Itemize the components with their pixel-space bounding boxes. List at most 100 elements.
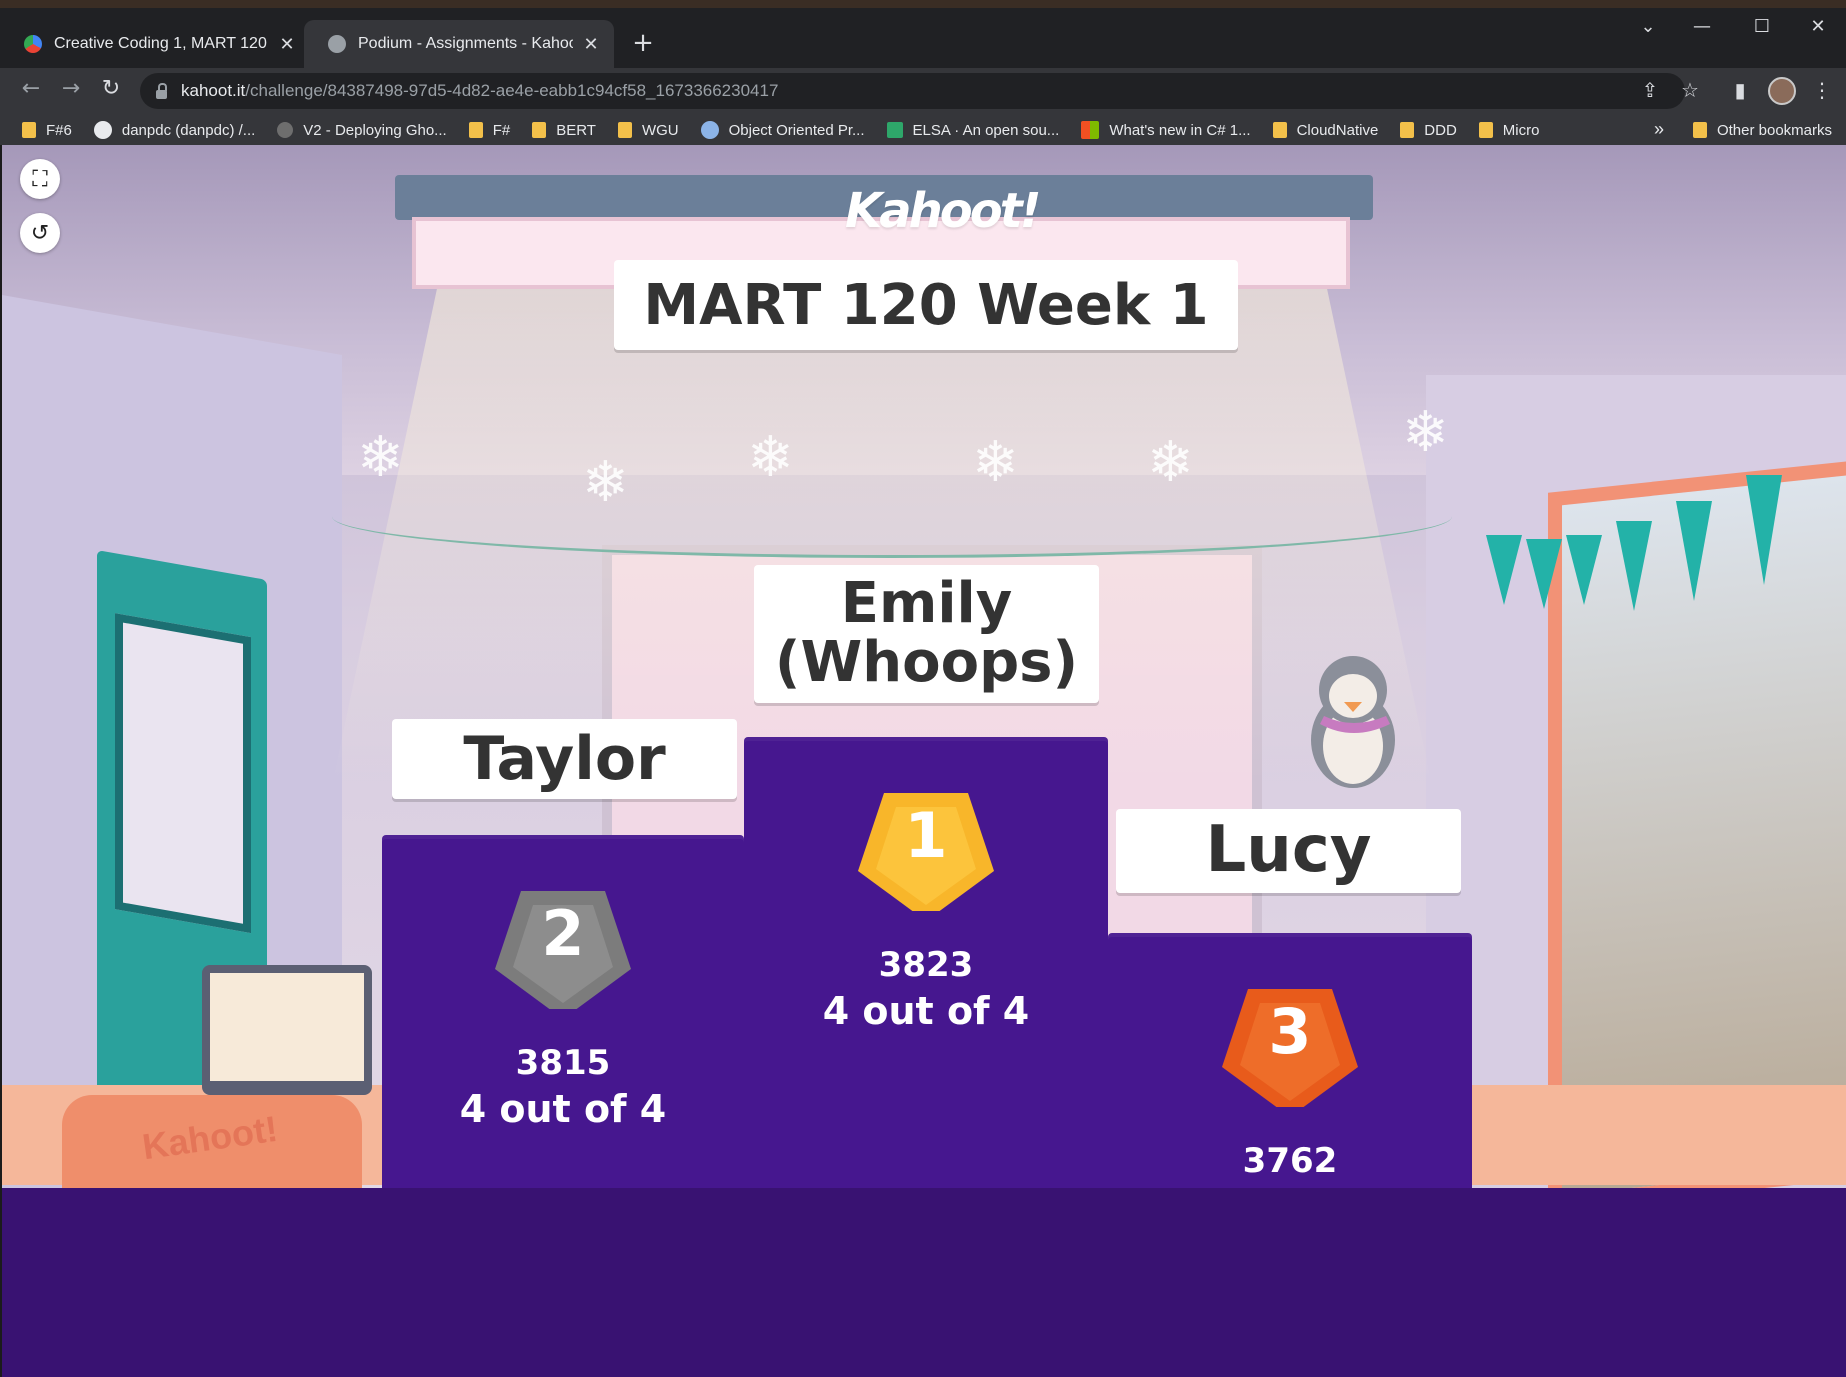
bunting-flag bbox=[1676, 501, 1712, 601]
bookmark-label: BERT bbox=[556, 121, 596, 139]
bunting bbox=[1466, 435, 1846, 615]
bookmark-star-icon[interactable]: ☆ bbox=[1676, 78, 1704, 102]
ghost-icon bbox=[277, 122, 294, 138]
bookmark-label: danpdc (danpdc) /... bbox=[121, 121, 256, 139]
share-icon[interactable]: ⇪ bbox=[1636, 78, 1664, 102]
penguin-illustration bbox=[1311, 656, 1395, 788]
desktop-background bbox=[0, 0, 1846, 8]
tab-search-icon[interactable]: ⌄ bbox=[1628, 16, 1668, 37]
forward-button[interactable]: → bbox=[56, 76, 86, 101]
maximize-button[interactable]: ☐ bbox=[1742, 16, 1782, 37]
bookmark-label: F#6 bbox=[46, 121, 72, 139]
github-icon bbox=[93, 121, 112, 139]
bookmark-item[interactable]: Micro bbox=[1478, 122, 1539, 139]
tab-title: Podium - Assignments - Kahoot! bbox=[358, 35, 573, 52]
bookmark-item[interactable]: What's new in C# 1... bbox=[1081, 121, 1251, 139]
podium-floor bbox=[2, 1188, 1846, 1377]
fullscreen-button[interactable]: ⛶ bbox=[20, 159, 60, 199]
garland bbox=[332, 475, 1452, 558]
second-place-score: 3815 bbox=[515, 1043, 611, 1083]
bookmark-label: V2 - Deploying Gho... bbox=[303, 121, 447, 139]
tab-strip: Creative Coding 1, MART 120 | H ✕ Podium… bbox=[0, 8, 1846, 68]
bookmark-label: F# bbox=[492, 121, 511, 139]
third-place-score: 3762 bbox=[1242, 1141, 1338, 1181]
folder-icon bbox=[532, 122, 547, 138]
bunting-flag bbox=[1486, 535, 1522, 605]
medal-rank: 2 bbox=[541, 897, 584, 970]
profile-avatar[interactable] bbox=[1768, 77, 1796, 105]
first-place-podium: 1 3823 4 out of 4 bbox=[744, 737, 1108, 1188]
close-tab-icon[interactable]: ✕ bbox=[277, 34, 297, 55]
snowflake-icon: ❄ bbox=[582, 450, 629, 515]
google-sites-icon bbox=[24, 35, 42, 53]
bookmark-item[interactable]: danpdc (danpdc) /... bbox=[93, 121, 256, 139]
tab-creative-coding[interactable]: Creative Coding 1, MART 120 | H ✕ bbox=[0, 20, 300, 68]
close-tab-icon[interactable]: ✕ bbox=[581, 34, 601, 55]
gold-medal-icon: 1 bbox=[852, 775, 1000, 911]
bookmark-label: DDD bbox=[1424, 121, 1457, 139]
url-path: /challenge/84387498-97d5-4d82-ae4e-eabb1… bbox=[245, 81, 779, 100]
first-place-correct: 4 out of 4 bbox=[822, 989, 1030, 1033]
folder-icon bbox=[1272, 122, 1287, 138]
second-place-podium: 2 3815 4 out of 4 bbox=[382, 835, 744, 1188]
lock-icon[interactable] bbox=[156, 82, 167, 99]
bunting-flag bbox=[1526, 539, 1562, 609]
medal-rank: 3 bbox=[1268, 995, 1311, 1068]
site-icon bbox=[700, 121, 719, 139]
globe-icon bbox=[328, 35, 346, 53]
restart-button[interactable]: ↺ bbox=[20, 213, 60, 253]
page-viewport: ❄ ❄ ❄ ❄ ❄ ❄ Kahoot! ⛶ ↺ Kahoot! MART 120… bbox=[2, 145, 1846, 1377]
door-window bbox=[115, 613, 251, 934]
minimize-button[interactable]: — bbox=[1682, 16, 1722, 37]
tab-title: Creative Coding 1, MART 120 | H bbox=[54, 35, 269, 52]
laptop-illustration bbox=[202, 965, 372, 1095]
snowflake-icon: ❄ bbox=[972, 430, 1019, 495]
bronze-medal-icon: 3 bbox=[1216, 971, 1364, 1107]
bookmark-item[interactable]: BERT bbox=[532, 122, 596, 139]
tab-kahoot-podium[interactable]: Podium - Assignments - Kahoot! ✕ bbox=[304, 20, 614, 68]
folder-icon bbox=[468, 122, 483, 138]
url-host: kahoot.it bbox=[181, 81, 246, 100]
bookmark-item[interactable]: Object Oriented Pr... bbox=[700, 121, 865, 139]
browser-toolbar: ← → ↻ kahoot.it/challenge/84387498-97d5-… bbox=[0, 68, 1846, 115]
third-place-name: Lucy bbox=[1116, 809, 1461, 893]
bookmark-label: Object Oriented Pr... bbox=[728, 121, 865, 139]
microsoft-icon bbox=[1081, 121, 1100, 139]
bookmarks-overflow-button[interactable]: » bbox=[1654, 119, 1664, 140]
second-place-correct: 4 out of 4 bbox=[459, 1087, 667, 1131]
bunting-flag bbox=[1566, 535, 1602, 605]
laptop-screen bbox=[210, 973, 364, 1081]
bookmark-item[interactable]: DDD bbox=[1400, 122, 1457, 139]
first-place-score: 3823 bbox=[878, 945, 974, 985]
reload-button[interactable]: ↻ bbox=[96, 76, 126, 101]
bookmark-label: What's new in C# 1... bbox=[1109, 121, 1251, 139]
folder-icon bbox=[22, 122, 36, 138]
snowflake-icon: ❄ bbox=[1147, 430, 1194, 495]
bookmark-item[interactable]: CloudNative bbox=[1272, 122, 1378, 139]
new-tab-button[interactable]: + bbox=[628, 28, 658, 58]
snowflake-icon: ❄ bbox=[357, 425, 404, 490]
quiz-title: MART 120 Week 1 bbox=[614, 260, 1238, 350]
bookmark-label: Other bookmarks bbox=[1716, 121, 1832, 139]
other-bookmarks[interactable]: Other bookmarks bbox=[1692, 115, 1832, 145]
snowflake-icon: ❄ bbox=[747, 425, 794, 490]
bunting-flag bbox=[1746, 475, 1782, 585]
bookmark-item[interactable]: WGU bbox=[617, 122, 679, 139]
medal-rank: 1 bbox=[904, 799, 947, 872]
menu-icon[interactable]: ⋮ bbox=[1808, 78, 1836, 102]
close-window-button[interactable]: ✕ bbox=[1798, 16, 1838, 37]
bookmark-item[interactable]: F#6 bbox=[22, 122, 72, 139]
side-panel-icon[interactable]: ▮ bbox=[1726, 78, 1754, 102]
snowflake-icon: ❄ bbox=[1402, 400, 1449, 465]
folder-icon bbox=[1400, 122, 1415, 138]
bookmark-item[interactable]: F# bbox=[468, 121, 511, 139]
bookmark-item[interactable]: ELSA · An open sou... bbox=[886, 121, 1060, 139]
folder-icon bbox=[1692, 122, 1707, 138]
folder-icon bbox=[617, 122, 632, 138]
address-bar[interactable]: kahoot.it/challenge/84387498-97d5-4d82-a… bbox=[140, 73, 1685, 109]
kahoot-logo: Kahoot! bbox=[845, 183, 1042, 239]
bookmark-label: ELSA · An open sou... bbox=[912, 121, 1060, 139]
bookmark-item[interactable]: V2 - Deploying Gho... bbox=[277, 121, 447, 139]
elsa-icon bbox=[886, 122, 903, 138]
back-button[interactable]: ← bbox=[16, 76, 46, 101]
